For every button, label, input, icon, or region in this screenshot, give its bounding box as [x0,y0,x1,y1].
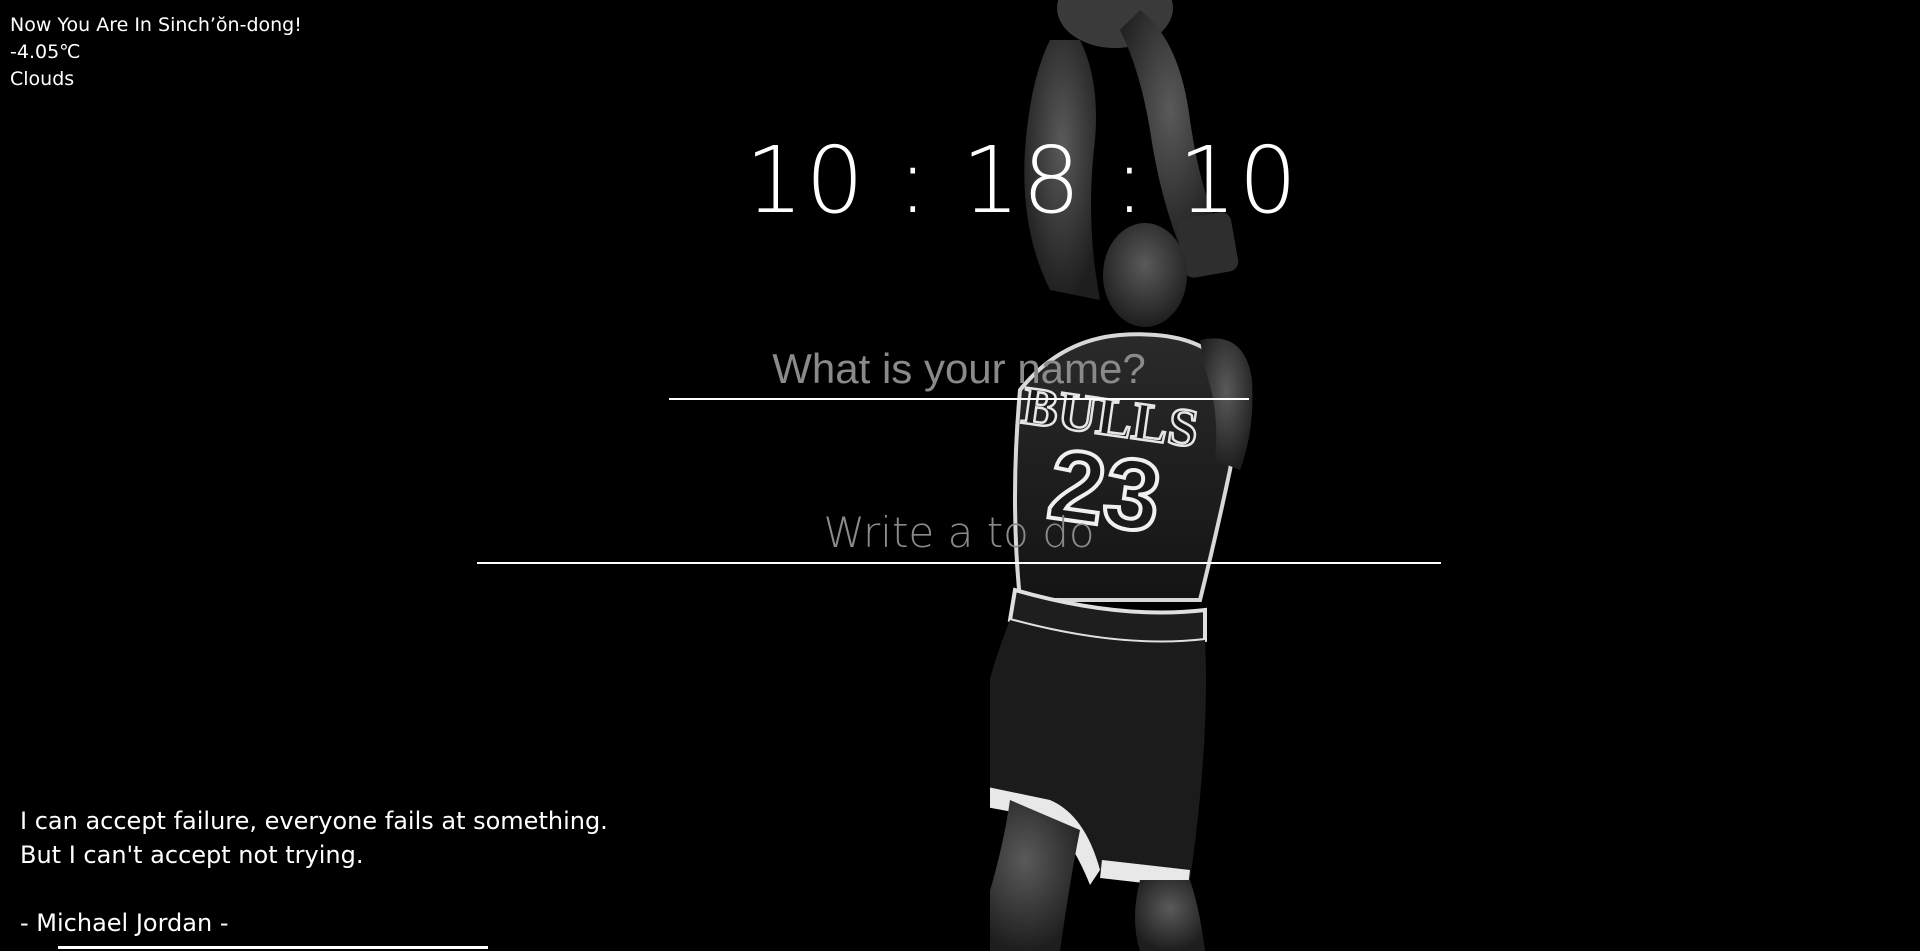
weather-widget: Now You Are In Sinch’ŏn-dong! -4.05℃ Clo… [10,12,302,93]
quote-author: - Michael Jordan - [20,909,229,937]
quote-line-2: But I can't accept not trying. [20,841,364,869]
temperature-text: -4.05℃ [10,41,81,63]
todo-form [477,502,1441,564]
weather-condition: Clouds [10,68,75,90]
todo-input[interactable] [477,502,1441,564]
app-root: BULLS 23 Now You Are In Sinch’ŏn-dong! -… [0,0,1920,951]
quote-line-1: I can accept failure, everyone fails at … [20,807,608,835]
bottom-divider [58,946,488,949]
quote-spacer [20,872,608,906]
clock: 10 : 18 : 10 [745,127,1300,234]
name-input[interactable] [669,340,1249,400]
location-text: Now You Are In Sinch’ŏn-dong! [10,14,302,36]
quote: I can accept failure, everyone fails at … [20,804,608,940]
name-form [669,340,1249,400]
